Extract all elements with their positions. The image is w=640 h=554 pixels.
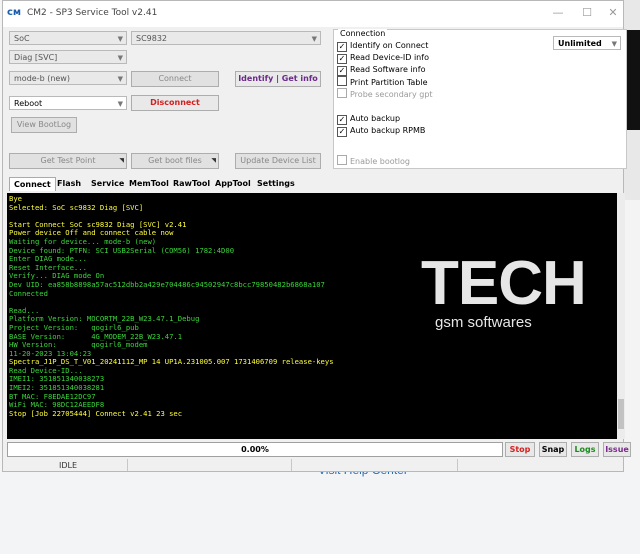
chip-select[interactable]: SC9832 ▼ [131, 31, 321, 45]
speed-select-value: Unlimited [558, 39, 602, 48]
close-icon[interactable]: ✕ [603, 5, 623, 21]
tab-settings[interactable]: Settings [253, 177, 299, 191]
get-test-point-label: Get Test Point [40, 156, 96, 165]
log-lines: Bye Selected: SoC sc9832 Diag [SVC] Start… [9, 194, 334, 418]
get-test-point-button[interactable]: Get Test Point ◥ [9, 153, 127, 169]
reboot-select[interactable]: Reboot ▼ [9, 96, 127, 110]
boot-mode-select[interactable]: mode-b (new) ▼ [9, 71, 127, 85]
log-line: Selected: SoC sc9832 Diag [SVC] [9, 202, 144, 212]
chevron-down-icon: ▼ [611, 40, 617, 48]
dropdown-corner-icon: ◥ [119, 157, 124, 164]
get-boot-files-button[interactable]: Get boot files ◥ [131, 153, 219, 169]
checkbox-empty-icon [337, 76, 347, 86]
status-divider [127, 459, 128, 471]
option-probe-secondary-gpt: Probe secondary gpt [337, 88, 433, 100]
soc-select[interactable]: SoC ▼ [9, 31, 127, 45]
speed-select[interactable]: Unlimited ▼ [553, 36, 621, 50]
window-title: CM2 - SP3 Service Tool v2.41 [27, 8, 158, 18]
reboot-select-value: Reboot [14, 99, 43, 108]
log-line: Dev UID: ea858b8898a57ac512dbb2a429e7044… [9, 279, 325, 289]
log-line: Connected [9, 288, 48, 298]
get-boot-files-label: Get boot files [148, 156, 202, 165]
tab-service[interactable]: Service [87, 177, 128, 191]
chevron-down-icon: ▼ [117, 75, 123, 83]
soc-select-value: SoC [14, 34, 30, 43]
status-divider [291, 459, 292, 471]
tab-apptool[interactable]: AppTool [211, 177, 255, 191]
issue-button[interactable]: Issue [603, 442, 631, 457]
connect-button[interactable]: Connect [131, 71, 219, 87]
option-read-device-id-info[interactable]: ✓ Read Device-ID info [337, 52, 429, 64]
checkbox-checked-icon: ✓ [337, 54, 347, 64]
chevron-down-icon: ▼ [311, 35, 317, 43]
watermark-title: TECH [421, 249, 587, 318]
cm2-logo-icon: ᴄᴍ [7, 7, 22, 18]
disconnect-button[interactable]: Disconnect [131, 95, 219, 111]
background-window-console [626, 30, 640, 130]
option-identify-on-connect[interactable]: ✓ Identify on Connect [337, 40, 428, 52]
identify-button-label: Identify | Get info [238, 74, 318, 83]
chevron-down-icon: ▼ [117, 35, 123, 43]
checkbox-empty-icon [337, 155, 347, 165]
option-label: Print Partition Table [350, 78, 428, 87]
checkbox-checked-icon: ✓ [337, 115, 347, 125]
connect-button-label: Connect [158, 74, 192, 83]
option-label: Probe secondary gpt [350, 90, 433, 99]
update-device-list-label: Update Device List [240, 156, 316, 165]
tab-connect[interactable]: Connect [9, 177, 56, 191]
progress-label: 0.00% [241, 445, 269, 454]
checkbox-empty-icon [337, 88, 347, 98]
maximize-icon[interactable]: ☐ [577, 5, 597, 21]
option-label: Identify on Connect [350, 41, 429, 50]
connection-label: Connection [338, 29, 388, 38]
minimize-icon[interactable]: — [548, 5, 568, 21]
view-bootlog-label: View BootLog [16, 120, 72, 129]
status-divider [457, 459, 458, 471]
option-auto-backup-rpmb[interactable]: ✓ Auto backup RPMB [337, 125, 425, 137]
snap-button[interactable]: Snap [539, 442, 567, 457]
dropdown-corner-icon: ◥ [211, 157, 216, 164]
identify-button[interactable]: Identify | Get info [235, 71, 321, 87]
disconnect-button-label: Disconnect [150, 98, 200, 107]
option-label: Enable bootlog [350, 157, 410, 166]
tab-memtool[interactable]: MemTool [125, 177, 173, 191]
background-page [0, 470, 640, 554]
title-bar: ᴄᴍ CM2 - SP3 Service Tool v2.41 — ☐ ✕ [3, 1, 623, 27]
view-bootlog-button[interactable]: View BootLog [11, 117, 77, 133]
progress-bar: 0.00% [7, 442, 503, 457]
mode-select-value: Diag [SVC] [14, 53, 58, 62]
log-scrollbar-thumb[interactable] [618, 399, 624, 429]
tab-flash[interactable]: Flash [53, 177, 85, 191]
mode-select[interactable]: Diag [SVC] ▼ [9, 50, 127, 64]
log-line: Stop [Job 22705444] Connect v2.41 23 sec [9, 408, 183, 418]
app-window: ᴄᴍ CM2 - SP3 Service Tool v2.41 — ☐ ✕ So… [2, 0, 631, 472]
tab-bar: Connect Flash Service MemTool RawTool Ap… [7, 177, 623, 191]
option-label: Auto backup [350, 114, 401, 123]
option-auto-backup[interactable]: ✓ Auto backup [337, 113, 400, 125]
chip-select-value: SC9832 [136, 34, 168, 43]
option-read-software-info[interactable]: ✓ Read Software info [337, 64, 425, 76]
option-label: Auto backup RPMB [350, 126, 426, 135]
chevron-down-icon: ▼ [117, 100, 123, 108]
update-device-list-button[interactable]: Update Device List [235, 153, 321, 169]
stop-button[interactable]: Stop [505, 442, 535, 457]
checkbox-checked-icon: ✓ [337, 66, 347, 76]
option-label: Read Device-ID info [350, 53, 429, 62]
status-state: IDLE [59, 461, 78, 470]
watermark-subtitle: gsm softwares [435, 314, 532, 331]
option-print-partition-table[interactable]: Print Partition Table [337, 76, 428, 88]
chevron-down-icon: ▼ [117, 54, 123, 62]
option-enable-bootlog: Enable bootlog [337, 155, 410, 167]
checkbox-checked-icon: ✓ [337, 42, 347, 52]
boot-mode-select-value: mode-b (new) [14, 74, 70, 83]
logs-button[interactable]: Logs [571, 442, 599, 457]
checkbox-checked-icon: ✓ [337, 127, 347, 137]
tab-rawtool[interactable]: RawTool [169, 177, 214, 191]
option-label: Read Software info [350, 65, 426, 74]
